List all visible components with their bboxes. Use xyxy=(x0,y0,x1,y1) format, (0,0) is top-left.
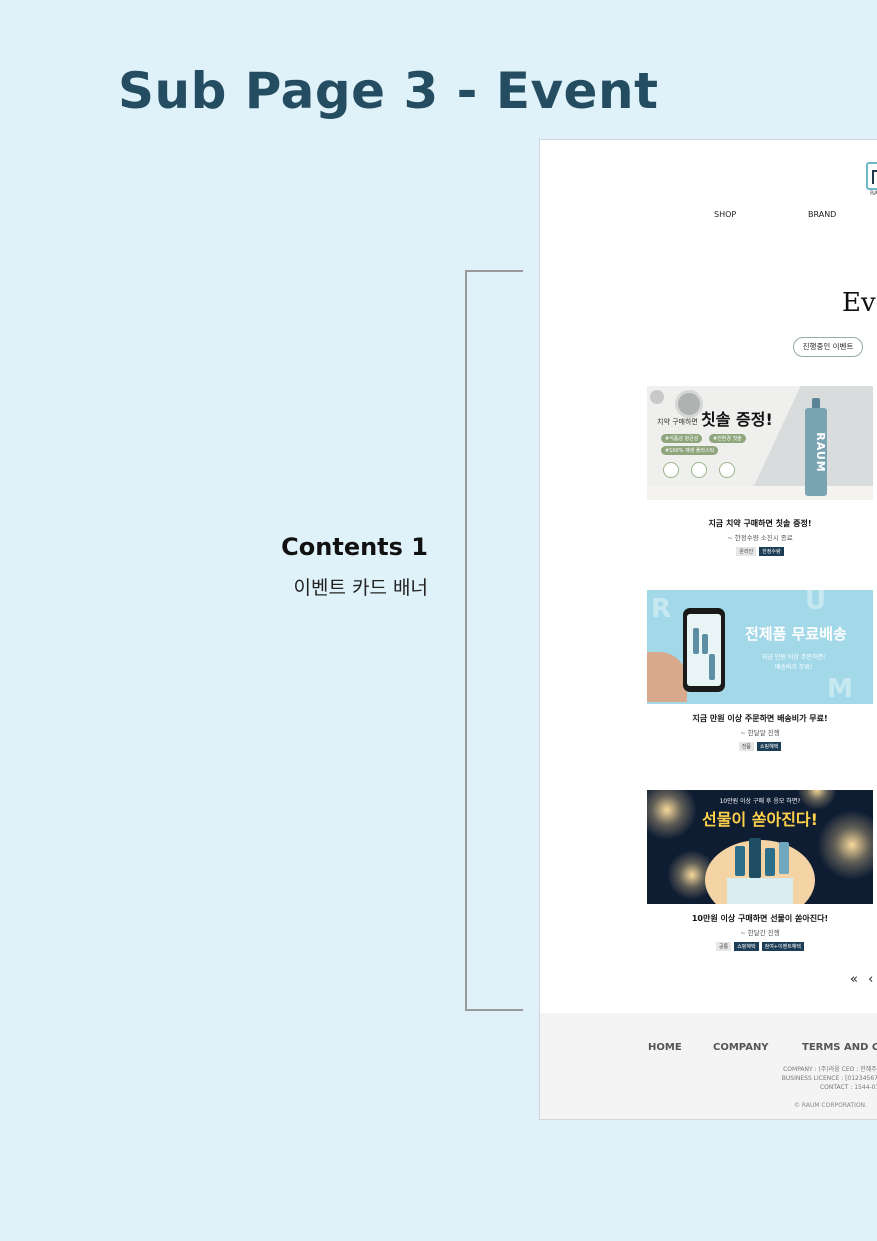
tube-brand-word: RAUM xyxy=(813,432,827,473)
event-page-mockup: RA SHOP BRAND Eve 진행중인 이벤트 치약 구매하면 칫솔 증정… xyxy=(539,139,877,1120)
page-heading: Sub Page 3 - Event xyxy=(118,62,659,120)
hand-illustration xyxy=(647,652,687,702)
eco-circle-icon xyxy=(719,462,735,478)
event-page-title: Eve xyxy=(842,288,877,318)
gift-podium xyxy=(727,878,793,904)
banner-lead: 치약 구매하면 xyxy=(657,418,698,426)
logo-icon[interactable] xyxy=(866,162,877,190)
event-card-title[interactable]: 10만원 이상 구매하면 선물이 쏟아진다! xyxy=(647,913,873,924)
banner-watermark: R xyxy=(651,594,672,624)
banner-copy: 지금 만원 이상 주문하면! 배송비가 무료! xyxy=(762,653,825,673)
footer-info-line: COMPANY : (주)라움 CEO : 한혜주 ADDRE xyxy=(783,1066,877,1073)
eco-circle-icon xyxy=(691,462,707,478)
event-tag: 공통 xyxy=(716,942,732,951)
section-subtitle: 이벤트 카드 배너 xyxy=(293,577,428,599)
banner-hashtag: #친환경 칫솔 xyxy=(709,434,746,443)
section-title: Contents 1 xyxy=(281,533,428,561)
logo-text: RA xyxy=(870,190,877,197)
footer-link-company[interactable]: COMPANY xyxy=(713,1042,769,1053)
product-bottle-icon xyxy=(702,634,708,654)
product-bottle-icon xyxy=(709,654,715,680)
product-bottle-icon xyxy=(765,848,775,876)
event-card-title[interactable]: 지금 만원 이상 주문하면 배송비가 무료! xyxy=(647,713,873,724)
footer: HOME COMPANY TERMS AND CO COMPANY : (주)라… xyxy=(540,1013,877,1119)
event-tag: 쇼핑혜택 xyxy=(756,742,782,751)
product-bottle-icon xyxy=(693,628,699,654)
footer-link-terms[interactable]: TERMS AND CO xyxy=(802,1042,877,1053)
banner-watermark: M xyxy=(827,674,853,704)
event-card-period: ~ 한달간 진행 xyxy=(740,929,780,937)
event-tag: 쇼핑혜택 xyxy=(734,942,759,951)
event-card[interactable]: 치약 구매하면 칫솔 증정! #식품성 항균성 #친환경 칫솔 #100% 재생… xyxy=(647,386,873,556)
event-card-tags: 온라인 한정수량 xyxy=(647,547,873,556)
contents-bracket xyxy=(465,270,523,1011)
product-bottle-icon xyxy=(735,846,745,876)
footer-copyright: © RAUM CORPORATION. xyxy=(794,1102,867,1109)
pagination-prev-controls[interactable]: « ‹ xyxy=(850,972,876,987)
product-bottle-icon xyxy=(749,838,761,878)
filter-ongoing-events[interactable]: 진행중인 이벤트 xyxy=(793,337,863,357)
event-banner-image[interactable]: 10만원 이상 구매 후 응모 하면? 선물이 쏟아진다! xyxy=(647,790,873,904)
banner-lead: 10만원 이상 구매 후 응모 하면? xyxy=(719,798,801,805)
footer-company-info: COMPANY : (주)라움 CEO : 한혜주 ADDRE BUSINESS… xyxy=(690,1065,877,1092)
product-bottle-icon xyxy=(779,842,789,874)
event-card-tags: 공통 쇼핑혜택 참여+이벤트혜택 xyxy=(647,942,873,951)
banner-headline: 전제품 무료배송 xyxy=(745,625,847,643)
footer-info-line: BUSINESS LICENCE : [0123456789] E-C xyxy=(781,1075,877,1082)
banner-headline: 칫솔 증정! xyxy=(701,410,773,429)
event-card-tags: 전품 쇼핑혜택 xyxy=(647,742,873,751)
footer-info-line: CONTACT : 1544-0123 E-M xyxy=(819,1084,877,1091)
banner-watermark: U xyxy=(805,590,827,616)
event-card-period: ~ 한정수량 소진시 종료 xyxy=(727,534,793,542)
banner-hashtag: #식품성 항균성 xyxy=(661,434,703,443)
banner-copy-line: 배송비가 무료! xyxy=(774,664,813,671)
banner-headline: 선물이 쏟아진다! xyxy=(702,810,818,829)
event-card[interactable]: R U A M 전제품 무료배송 지금 만원 이상 주문하면! 배송비가 무료!… xyxy=(647,590,873,751)
event-card-period: ~ 한달알 진행 xyxy=(740,729,780,737)
banner-hashtag: #100% 재생 플라스틱 xyxy=(661,446,719,455)
footer-link-home[interactable]: HOME xyxy=(648,1042,682,1053)
nav-brand[interactable]: BRAND xyxy=(808,210,836,219)
event-banner-image[interactable]: R U A M 전제품 무료배송 지금 만원 이상 주문하면! 배송비가 무료! xyxy=(647,590,873,704)
event-banner-image[interactable]: 치약 구매하면 칫솔 증정! #식품성 항균성 #친환경 칫솔 #100% 재생… xyxy=(647,386,873,500)
event-card-title[interactable]: 지금 치약 구매하면 칫솔 증정! xyxy=(647,518,873,529)
event-tag: 한정수량 xyxy=(759,547,784,556)
nav-shop[interactable]: SHOP xyxy=(714,210,736,219)
event-tag: 전품 xyxy=(738,742,754,751)
banner-shelf xyxy=(647,486,873,500)
banner-badge xyxy=(675,390,703,418)
banner-copy-line: 지금 만원 이상 주문하면! xyxy=(762,654,826,661)
banner-badge xyxy=(650,390,664,404)
event-tag: 온라인 xyxy=(736,547,757,556)
eco-circle-icon xyxy=(663,462,679,478)
event-card[interactable]: 10만원 이상 구매 후 응모 하면? 선물이 쏟아진다! 10만원 이상 구매… xyxy=(647,790,873,951)
event-tag: 참여+이벤트혜택 xyxy=(761,942,804,951)
